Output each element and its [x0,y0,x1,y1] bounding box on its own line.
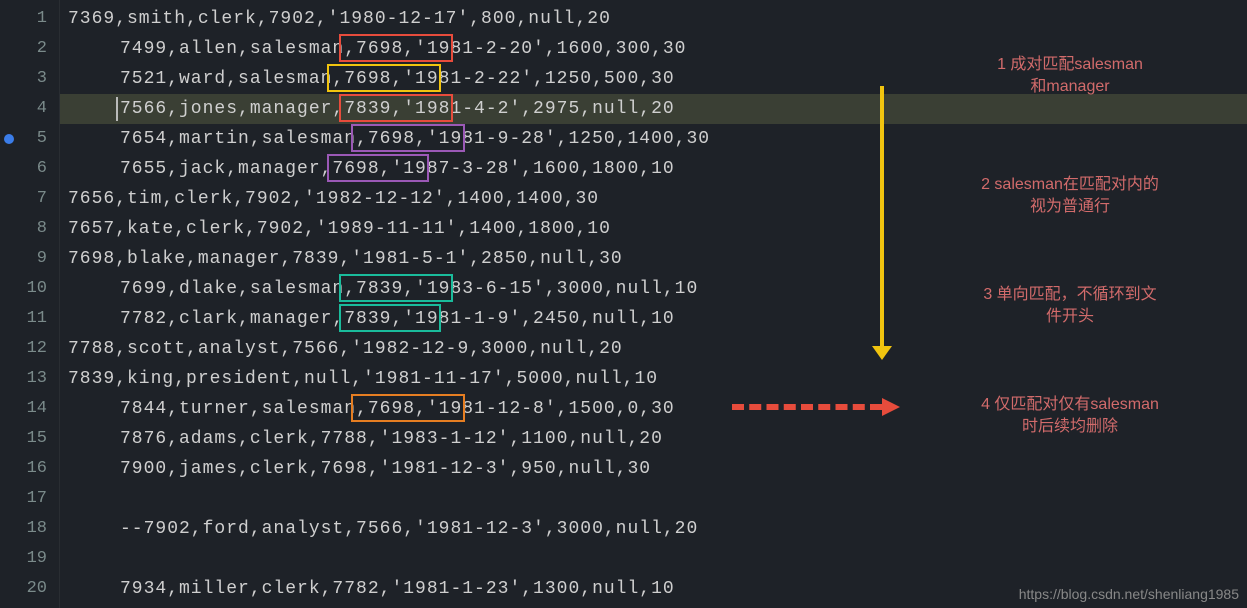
line-number[interactable]: 8 [0,214,59,244]
code-line[interactable]: 7839,king,president,null,'1981-11-17',50… [60,364,1247,394]
line-number[interactable]: 10 [0,274,59,304]
line-number[interactable]: 3 [0,64,59,94]
code-text: 7839,king,president,null,'1981-11-17',50… [68,369,658,389]
line-number[interactable]: 12 [0,334,59,364]
line-number[interactable]: 5 [0,124,59,154]
code-line[interactable]: 7657,kate,clerk,7902,'1989-11-11',1400,1… [60,214,1247,244]
arrow-down-icon [880,86,884,348]
code-line[interactable]: 7698,blake,manager,7839,'1981-5-1',2850,… [60,244,1247,274]
line-number[interactable]: 15 [0,424,59,454]
code-text: 7654,martin,salesman,7698,'1981-9-28',12… [68,129,710,149]
line-number[interactable]: 17 [0,484,59,514]
code-text: 7656,tim,clerk,7902,'1982-12-12',1400,14… [68,189,599,209]
line-number[interactable]: 19 [0,544,59,574]
code-text: 7876,adams,clerk,7788,'1983-1-12',1100,n… [68,429,663,449]
code-text: 7657,kate,clerk,7902,'1989-11-11',1400,1… [68,219,611,239]
line-number[interactable]: 4 [0,94,59,124]
code-text: 7934,miller,clerk,7782,'1981-1-23',1300,… [68,579,675,599]
code-text: 7499,allen,salesman,7698,'1981-2-20',160… [68,39,686,59]
line-number[interactable]: 18 [0,514,59,544]
code-line[interactable]: 7900,james,clerk,7698,'1981-12-3',950,nu… [60,454,1247,484]
code-text: 7699,dlake,salesman,7839,'1983-6-15',300… [68,279,698,299]
code-line[interactable]: 7654,martin,salesman,7698,'1981-9-28',12… [60,124,1247,154]
line-number[interactable]: 14 [0,394,59,424]
code-text: 7788,scott,analyst,7566,'1982-12-9,3000,… [68,339,623,359]
code-text: 7369,smith,clerk,7902,'1980-12-17',800,n… [68,9,611,29]
annotation-4: 4 仅匹配对仅有salesman时后续均删除 [950,394,1190,438]
annotation-3: 3 单向匹配，不循环到文件开头 [950,284,1190,328]
code-line[interactable]: 7566,jones,manager,7839,'1981-4-2',2975,… [60,94,1247,124]
arrow-right-icon [732,404,882,410]
code-editor[interactable]: 1234567891011121314151617181920 7369,smi… [0,0,1247,608]
code-text: 7900,james,clerk,7698,'1981-12-3',950,nu… [68,459,651,479]
code-line[interactable]: 7788,scott,analyst,7566,'1982-12-9,3000,… [60,334,1247,364]
code-text: 7521,ward,salesman,7698,'1981-2-22',1250… [68,69,675,89]
code-line[interactable] [60,484,1247,514]
code-text: 7655,jack,manager,7698,'1987-3-28',1600,… [68,159,675,179]
code-line[interactable] [60,544,1247,574]
code-text: 7844,turner,salesman,7698,'1981-12-8',15… [68,399,675,419]
line-number[interactable]: 13 [0,364,59,394]
code-line[interactable]: 7369,smith,clerk,7902,'1980-12-17',800,n… [60,4,1247,34]
code-text: --7902,ford,analyst,7566,'1981-12-3',300… [68,519,698,539]
line-number[interactable]: 11 [0,304,59,334]
line-number[interactable]: 20 [0,574,59,604]
annotation-1: 1 成对匹配salesman和manager [950,54,1190,98]
code-text: 7698,blake,manager,7839,'1981-5-1',2850,… [68,249,623,269]
code-text: 7566,jones,manager,7839,'1981-4-2',2975,… [68,99,675,119]
line-number[interactable]: 16 [0,454,59,484]
line-number[interactable]: 1 [0,4,59,34]
line-number[interactable]: 6 [0,154,59,184]
line-number[interactable]: 7 [0,184,59,214]
code-text: 7782,clark,manager,7839,'1981-1-9',2450,… [68,309,675,329]
line-number[interactable]: 9 [0,244,59,274]
code-line[interactable]: --7902,ford,analyst,7566,'1981-12-3',300… [60,514,1247,544]
watermark: https://blog.csdn.net/shenliang1985 [1019,586,1239,602]
gutter: 1234567891011121314151617181920 [0,0,60,608]
line-number[interactable]: 2 [0,34,59,64]
annotation-2: 2 salesman在匹配对内的视为普通行 [950,174,1190,218]
